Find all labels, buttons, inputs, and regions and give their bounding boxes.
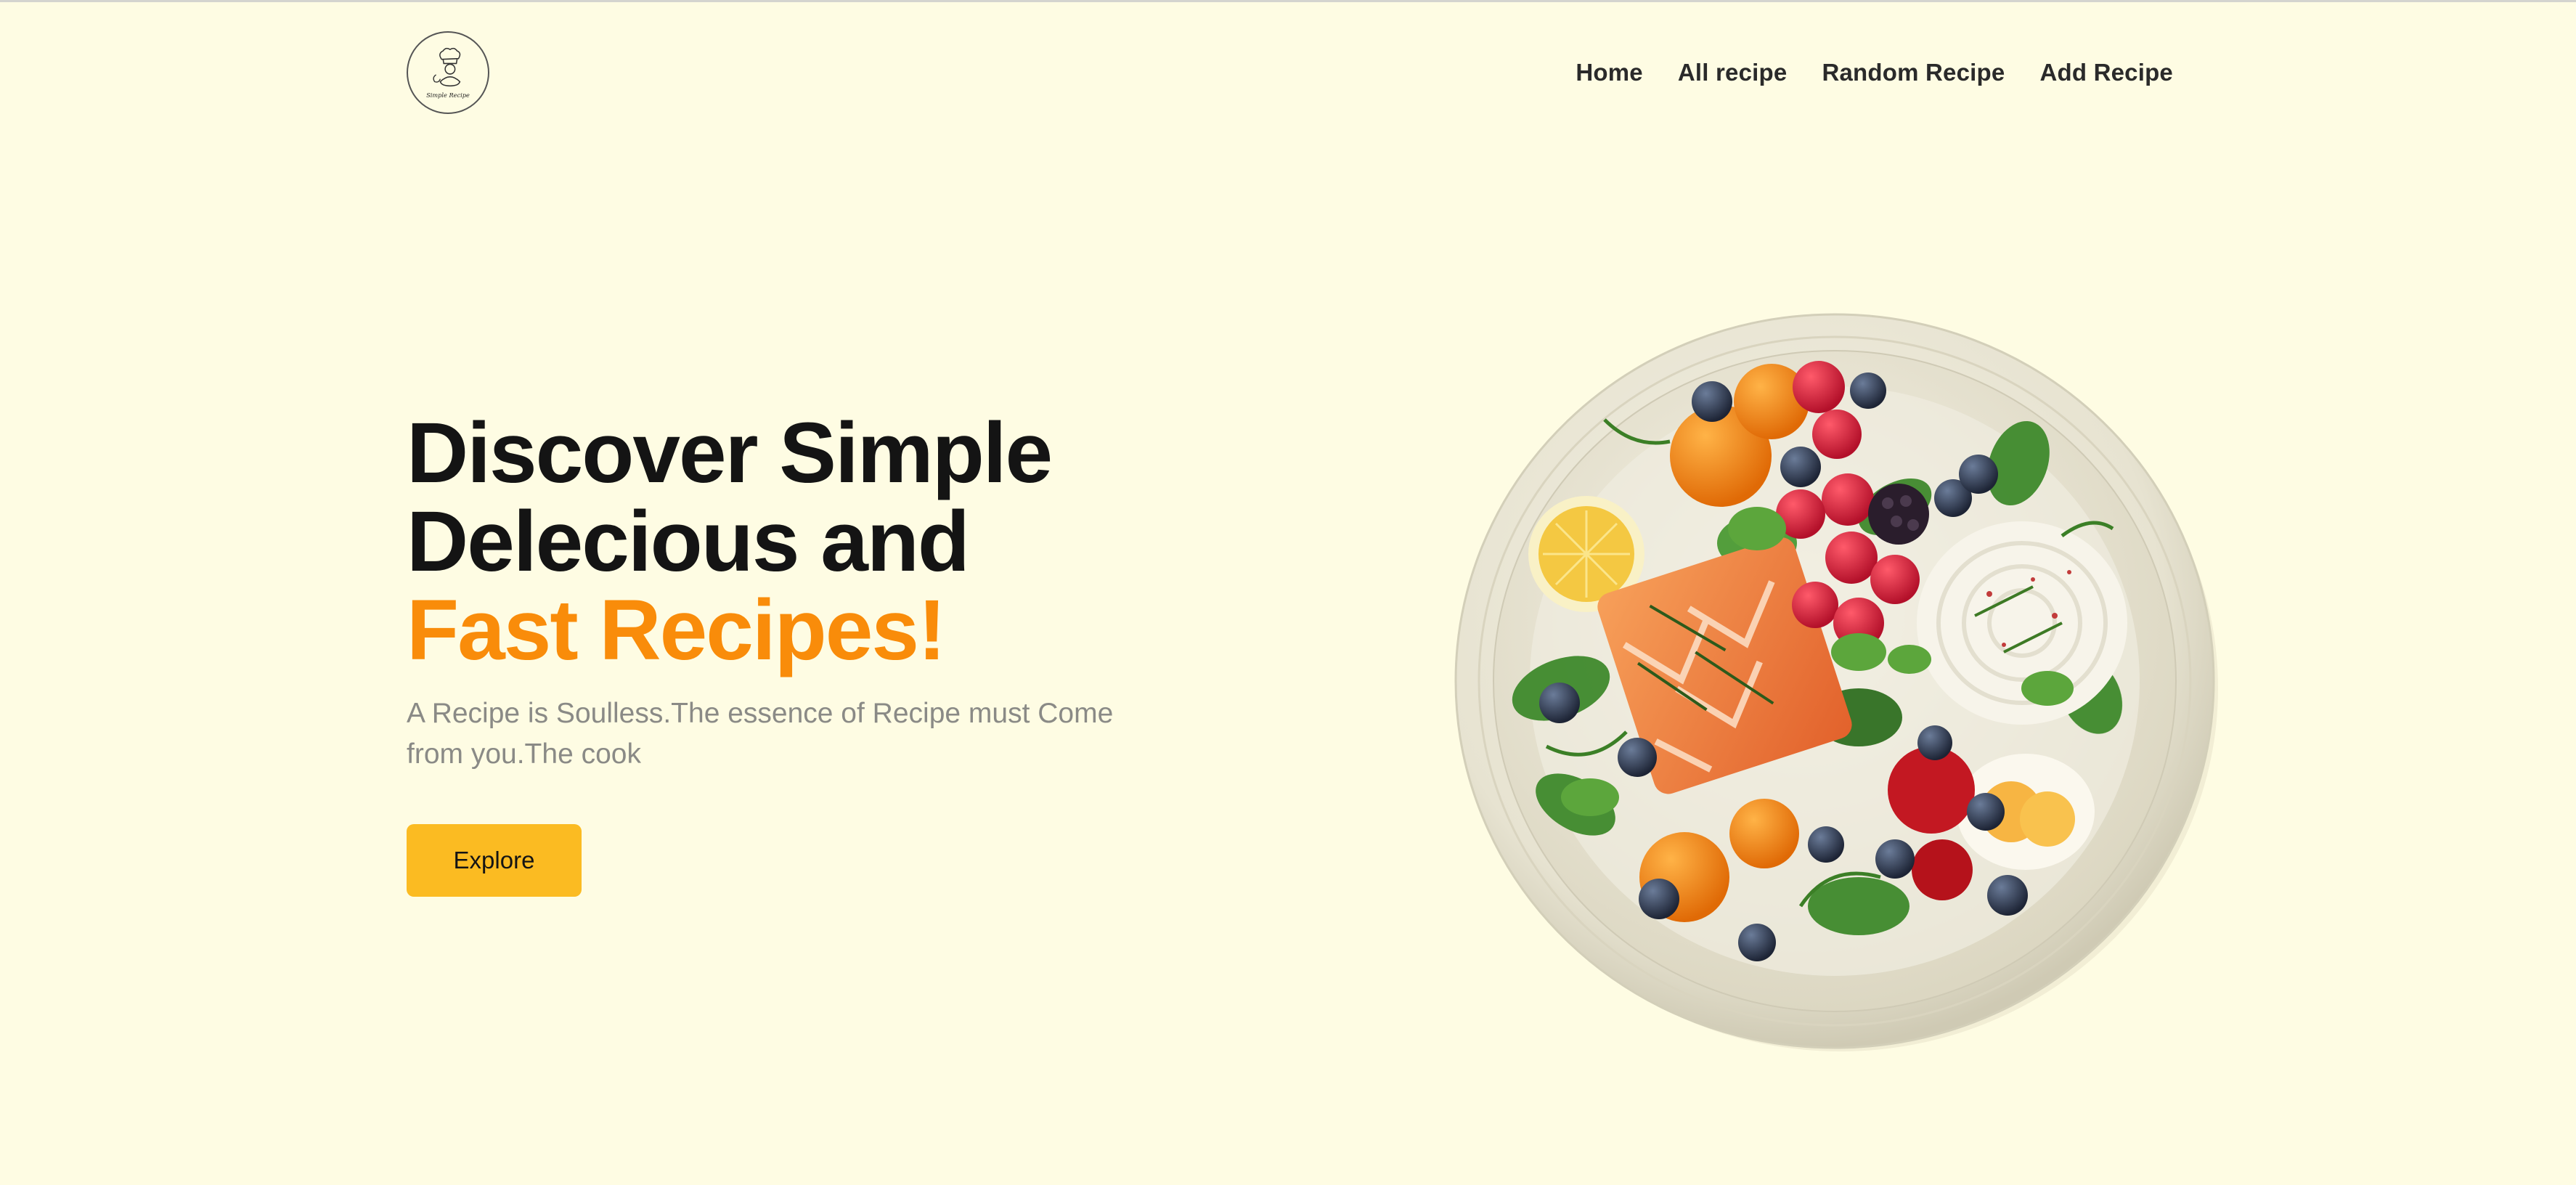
svg-text:Simple Recipe: Simple Recipe: [426, 91, 470, 99]
chef-logo-icon: Simple Recipe: [426, 47, 470, 99]
hero-section: Discover Simple Delecious and Fast Recip…: [407, 409, 1205, 897]
hero-headline: Discover Simple Delecious and Fast Recip…: [407, 409, 1205, 675]
headline-line-2: Delecious and: [407, 494, 970, 590]
nav-random-recipe[interactable]: Random Recipe: [1822, 59, 2005, 86]
salmon-plate-image: [1452, 311, 2218, 1051]
headline-line-1: Discover Simple: [407, 405, 1053, 501]
nav-add-recipe[interactable]: Add Recipe: [2039, 59, 2173, 86]
nav-home[interactable]: Home: [1576, 59, 1643, 86]
landing-page: Simple Recipe Home All recipe Random Rec…: [0, 0, 2576, 1185]
headline-accent: Fast Recipes!: [407, 582, 946, 678]
site-header: Simple Recipe Home All recipe Random Rec…: [407, 31, 2173, 115]
logo[interactable]: Simple Recipe: [407, 31, 489, 114]
main-nav: Home All recipe Random Recipe Add Recipe: [1576, 59, 2173, 86]
hero-subtext: A Recipe is Soulless.The essence of Reci…: [407, 698, 1114, 770]
explore-button[interactable]: Explore: [407, 824, 582, 897]
nav-all-recipe[interactable]: All recipe: [1678, 59, 1788, 86]
